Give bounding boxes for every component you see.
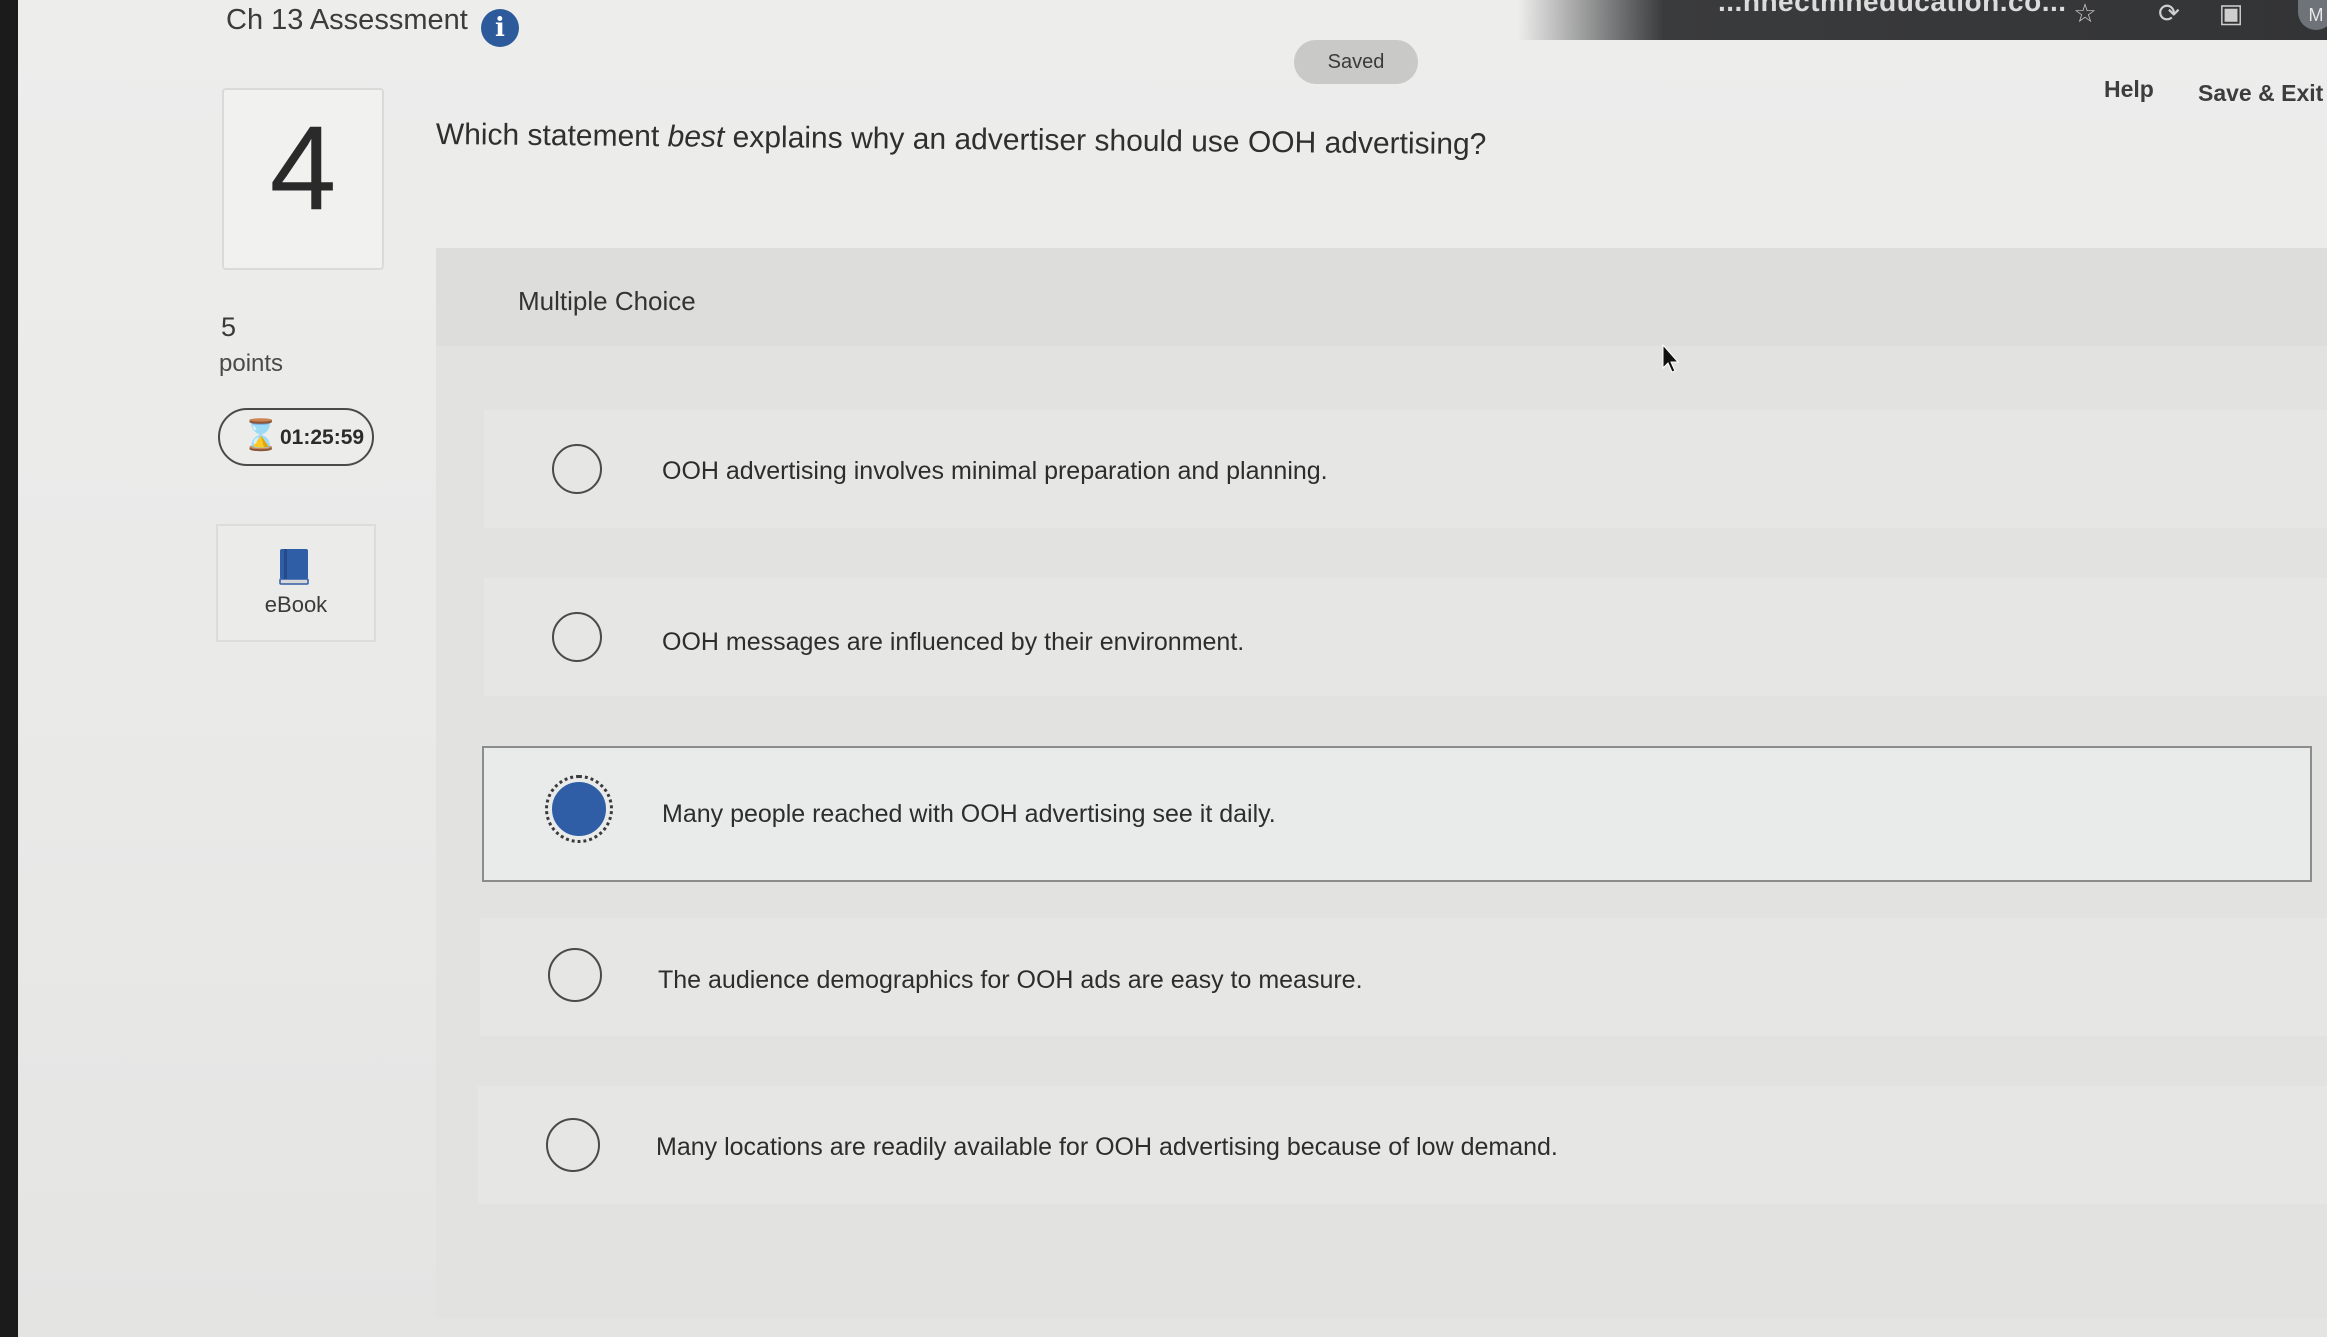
question-type-label: Multiple Choice xyxy=(518,286,696,316)
question-text-after: explains why an advertiser should use OO… xyxy=(724,120,1487,162)
answer-panel-header xyxy=(436,248,2327,346)
answer-option-5[interactable]: Many locations are readily available for… xyxy=(478,1086,2327,1204)
radio-button[interactable] xyxy=(552,612,602,662)
hourglass-icon: ⌛ xyxy=(242,419,280,452)
saved-status-badge: Saved xyxy=(1294,40,1418,84)
question-number-card: 4 xyxy=(222,88,384,270)
option-label: OOH advertising involves minimal prepara… xyxy=(662,457,1328,485)
radio-button[interactable] xyxy=(552,444,602,494)
bookmark-star-icon[interactable]: ☆ xyxy=(2070,0,2100,26)
points-label: points xyxy=(219,350,284,377)
option-label: The audience demographics for OOH ads ar… xyxy=(658,966,1363,994)
option-label: Many locations are readily available for… xyxy=(656,1133,1558,1161)
assessment-screen: ...nnectmheducation.co... ☆ ⟳ ▣ M Ch 13 … xyxy=(18,0,2327,1337)
radio-button[interactable] xyxy=(546,1118,600,1172)
ebook-button[interactable]: eBook xyxy=(216,524,376,642)
timer-badge: ⌛ 01:25:59 xyxy=(218,408,374,466)
save-and-exit-button[interactable]: Save & Exit xyxy=(2198,80,2323,107)
assessment-title: Ch 13 Assessment xyxy=(226,4,468,36)
points-value: 5 xyxy=(221,312,237,342)
answer-option-3-selected[interactable]: Many people reached with OOH advertising… xyxy=(482,746,2312,882)
question-prompt: Which statement best explains why an adv… xyxy=(436,118,1487,162)
ebook-label: eBook xyxy=(264,592,328,617)
info-icon[interactable]: i xyxy=(481,9,519,47)
mouse-cursor-icon xyxy=(1662,344,1680,373)
help-link[interactable]: Help xyxy=(2104,76,2154,103)
radio-button[interactable] xyxy=(548,948,602,1002)
grammarly-extension-icon[interactable]: ⟳ xyxy=(2154,0,2184,26)
timer-text: 01:25:59 xyxy=(280,426,365,449)
answer-option-1[interactable]: OOH advertising involves minimal prepara… xyxy=(484,410,2327,528)
question-number: 4 xyxy=(269,101,337,235)
book-icon xyxy=(279,549,309,585)
question-text-before: Which statement xyxy=(435,118,668,154)
answer-option-2[interactable]: OOH messages are influenced by their env… xyxy=(484,578,2327,696)
option-label: Many people reached with OOH advertising… xyxy=(662,800,1276,828)
extensions-puzzle-icon[interactable]: ▣ xyxy=(2216,0,2246,26)
question-text-emphasis: best xyxy=(667,120,725,154)
answer-option-4[interactable]: The audience demographics for OOH ads ar… xyxy=(480,918,2327,1036)
browser-url[interactable]: ...nnectmheducation.co... xyxy=(1718,0,2067,18)
option-label: OOH messages are influenced by their env… xyxy=(662,628,1245,656)
radio-button-checked[interactable] xyxy=(545,775,613,843)
